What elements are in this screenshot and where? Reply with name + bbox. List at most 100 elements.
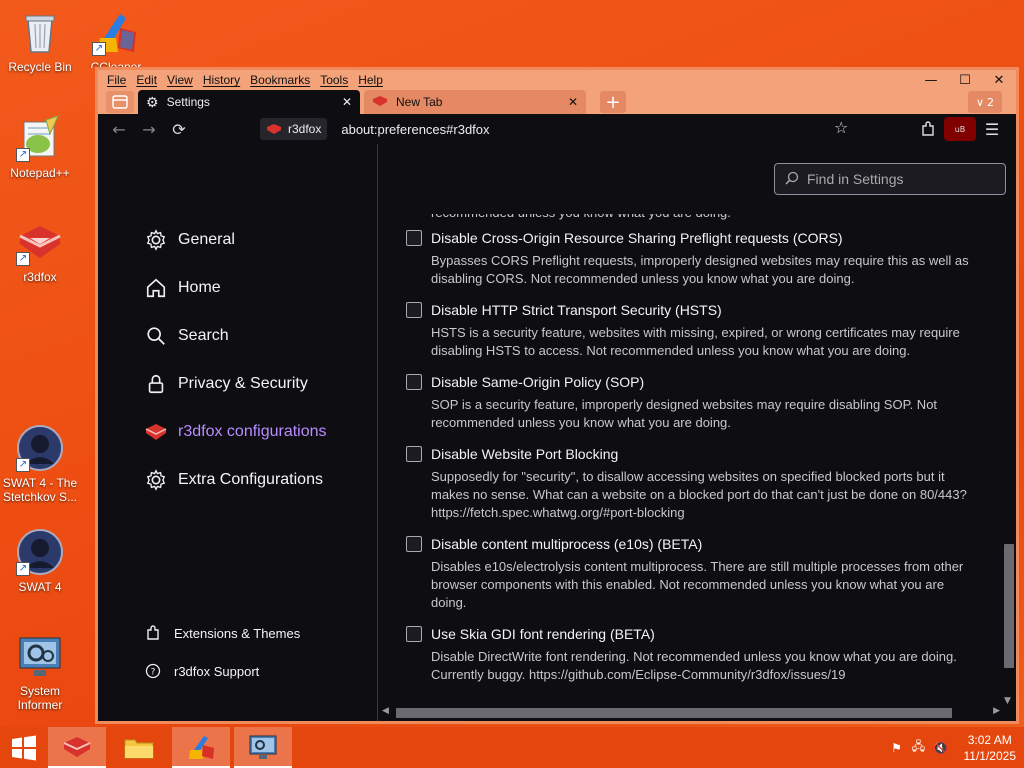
desktop-icon-notepadpp[interactable]: ↗ Notepad++ <box>0 114 80 180</box>
pref-skia-gdi: Use Skia GDI font rendering (BETA) Disab… <box>406 626 1006 684</box>
url-text[interactable]: about:preferences#r3dfox <box>341 122 489 137</box>
horizontal-scroll-thumb[interactable] <box>396 708 952 718</box>
sidebar-item-extra-configurations[interactable]: Extra Configurations <box>144 468 323 492</box>
desktop-icon-swat4[interactable]: ↗ SWAT 4 <box>0 528 80 594</box>
shortcut-arrow-icon: ↗ <box>16 458 30 472</box>
sidebar-item-support[interactable]: ? r3dfox Support <box>144 662 259 680</box>
gear-icon: ⚙ <box>146 93 159 110</box>
app-menu-button[interactable]: ☰ <box>976 117 1008 141</box>
identity-box[interactable]: r3dfox <box>260 118 328 140</box>
taskbar-system-informer[interactable] <box>234 727 292 768</box>
taskbar-ccleaner[interactable] <box>172 727 230 768</box>
tab-view-icon <box>112 95 128 109</box>
sidebar-item-label: r3dfox Support <box>174 663 260 679</box>
menu-history[interactable]: History <box>198 73 245 87</box>
extensions-button[interactable] <box>912 117 944 141</box>
find-in-settings-input[interactable]: Find in Settings <box>774 163 1006 195</box>
sidebar-item-label: Privacy & Security <box>178 375 308 392</box>
tab-new-tab[interactable]: New Tab ✕ <box>364 90 586 114</box>
sidebar-item-label: Extra Configurations <box>178 471 323 488</box>
pref-description-line: SOP is a security feature, improperly de… <box>431 397 938 412</box>
taskbar-file-explorer[interactable] <box>110 727 168 768</box>
vertical-scrollbar[interactable]: ▼ <box>1002 214 1014 706</box>
pref-description-link[interactable]: https://fetch.spec.whatwg.org/#port-bloc… <box>431 504 1006 522</box>
desktop-icon-swat4-stetchkov[interactable]: ↗ SWAT 4 - The Stetchkov S... <box>0 424 80 504</box>
pref-title: Use Skia GDI font rendering (BETA) <box>431 626 655 642</box>
scroll-left-arrow-icon[interactable]: ◀ <box>382 706 389 716</box>
r3dfox-icon <box>267 124 281 134</box>
menu-help[interactable]: Help <box>353 73 388 87</box>
sidebar-item-label: General <box>178 231 235 248</box>
sidebar-item-general[interactable]: General <box>144 228 235 252</box>
reload-button[interactable]: ⟳ <box>164 117 194 141</box>
firefox-view-button[interactable] <box>106 91 134 113</box>
pref-title: Disable content multiprocess (e10s) (BET… <box>431 536 703 552</box>
sidebar-item-home[interactable]: Home <box>144 276 221 300</box>
sidebar-item-label: Search <box>178 327 229 344</box>
sidebar-item-privacy[interactable]: Privacy & Security <box>144 372 308 396</box>
menu-file[interactable]: File <box>102 73 131 87</box>
tab-settings[interactable]: ⚙ Settings ✕ <box>138 90 360 114</box>
menu-bookmarks[interactable]: Bookmarks <box>245 73 315 87</box>
desktop-icon-label: r3dfox <box>23 270 57 284</box>
ublock-button[interactable]: uB <box>944 117 976 141</box>
desktop-icon-label: System Informer <box>17 684 63 712</box>
desktop-icon-system-informer[interactable]: System Informer <box>0 632 80 712</box>
url-bar[interactable]: r3dfox about:preferences#r3dfox <box>260 117 490 141</box>
desktop-icon-recycle-bin[interactable]: Recycle Bin <box>0 8 80 74</box>
lock-icon <box>144 372 168 396</box>
horizontal-scrollbar[interactable]: ◀ ▶ <box>380 705 1002 719</box>
desktop-icon-r3dfox[interactable]: ↗ r3dfox <box>0 218 80 284</box>
list-all-tabs-button[interactable]: ∨ 2 <box>968 91 1002 113</box>
swat4-icon: ↗ <box>16 528 64 576</box>
checkbox-disable-cors[interactable] <box>406 230 422 246</box>
pref-title: Disable HTTP Strict Transport Security (… <box>431 302 722 318</box>
scroll-right-arrow-icon[interactable]: ▶ <box>993 706 1000 716</box>
close-tab-icon[interactable]: ✕ <box>568 95 578 109</box>
sidebar-item-extensions-themes[interactable]: Extensions & Themes <box>144 624 300 642</box>
sidebar-item-r3dfox-configurations[interactable]: r3dfox configurations <box>144 420 327 444</box>
desktop-icon-ccleaner[interactable]: ↗ CCleaner <box>76 8 156 68</box>
forward-button[interactable]: → <box>134 117 164 141</box>
checkbox-disable-sop[interactable] <box>406 374 422 390</box>
new-tab-button[interactable]: + <box>600 91 626 113</box>
recycle-bin-icon <box>16 8 64 56</box>
checkbox-disable-port-blocking[interactable] <box>406 446 422 462</box>
menu-edit[interactable]: Edit <box>131 73 162 87</box>
sidebar-item-label: Extensions & Themes <box>174 625 301 641</box>
sidebar-item-label: r3dfox configurations <box>178 423 327 440</box>
checkbox-disable-e10s[interactable] <box>406 536 422 552</box>
puzzle-icon <box>144 624 162 642</box>
pref-description: Disables e10s/electrolysis content multi… <box>431 558 1006 612</box>
network-icon[interactable]: 🖧 <box>908 737 930 758</box>
start-button[interactable] <box>0 727 48 768</box>
scroll-down-arrow-icon[interactable]: ▼ <box>1004 696 1011 706</box>
pref-description: Supposedly for "security", to disallow a… <box>431 468 1006 522</box>
shortcut-arrow-icon: ↗ <box>16 252 30 266</box>
sidebar-item-search[interactable]: Search <box>144 324 229 348</box>
pref-description-line: disabling HSTS to access. Not recommende… <box>431 343 911 358</box>
preferences-list: recommended unless you know what you are… <box>406 214 1006 704</box>
maximize-button[interactable]: ☐ <box>948 70 982 90</box>
checkbox-skia-gdi[interactable] <box>406 626 422 642</box>
bookmark-star-icon[interactable]: ☆ <box>834 118 848 137</box>
close-tab-icon[interactable]: ✕ <box>342 95 352 109</box>
menu-view[interactable]: View <box>162 73 198 87</box>
flag-icon[interactable]: ⚑ <box>886 741 908 755</box>
search-icon <box>144 324 168 348</box>
close-window-button[interactable]: ✕ <box>982 70 1016 90</box>
title-bar: File Edit View History Bookmarks Tools H… <box>98 70 1016 90</box>
speaker-muted-icon[interactable]: 🔇 <box>930 741 952 755</box>
minimize-button[interactable]: — <box>914 70 948 90</box>
clock[interactable]: 3:02 AM 11/1/2025 <box>964 732 1017 764</box>
taskbar-r3dfox[interactable] <box>48 727 106 768</box>
vertical-scroll-thumb[interactable] <box>1004 544 1014 668</box>
back-button[interactable]: ← <box>104 117 134 141</box>
menu-tools[interactable]: Tools <box>315 73 353 87</box>
checkbox-disable-hsts[interactable] <box>406 302 422 318</box>
tab-label: New Tab <box>396 95 443 109</box>
ccleaner-icon: ↗ <box>92 8 140 56</box>
r3dfox-icon <box>144 420 168 444</box>
tab-bar: ⚙ Settings ✕ New Tab ✕ + ∨ 2 <box>98 90 1016 114</box>
ccleaner-icon <box>189 735 214 759</box>
